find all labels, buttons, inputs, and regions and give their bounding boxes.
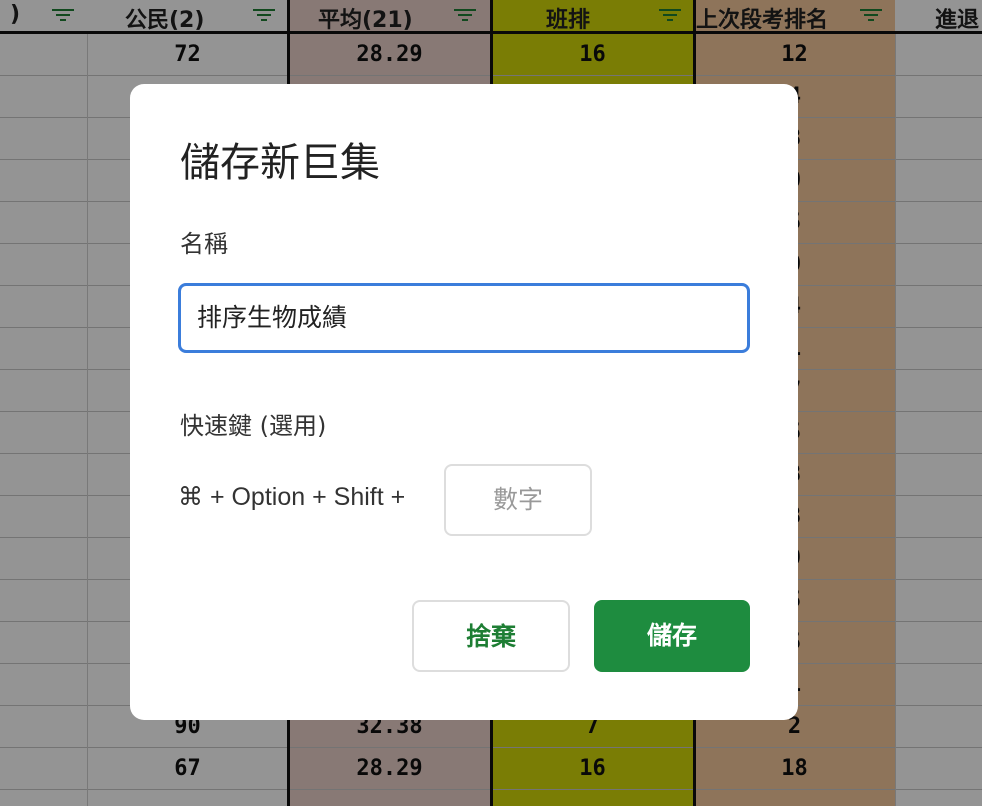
shortcut-prefix: ⌘ + Option + Shift + <box>178 483 406 511</box>
shortcut-label: 快速鍵 (選用) <box>180 412 327 440</box>
dialog-title: 儲存新巨集 <box>180 140 380 186</box>
name-label: 名稱 <box>180 230 228 258</box>
macro-name-input[interactable]: 排序生物成績 <box>178 283 750 353</box>
discard-button[interactable]: 捨棄 <box>412 600 570 672</box>
save-macro-dialog: 儲存新巨集 名稱 排序生物成績 快速鍵 (選用) ⌘ + Option + Sh… <box>130 84 798 720</box>
shortcut-digit-input[interactable]: 數字 <box>444 464 592 536</box>
save-button[interactable]: 儲存 <box>594 600 750 672</box>
